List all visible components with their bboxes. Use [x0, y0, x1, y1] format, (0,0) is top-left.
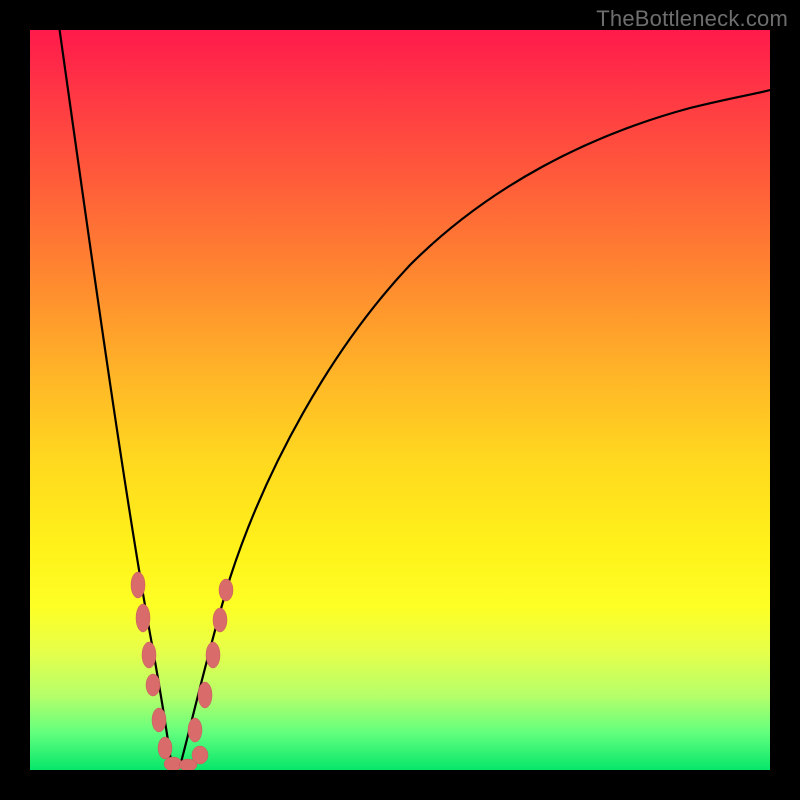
marker-dot: [188, 718, 202, 742]
marker-dot: [136, 604, 150, 632]
watermark-text: TheBottleneck.com: [596, 6, 788, 32]
marker-dot: [213, 608, 227, 632]
curve-group: [60, 30, 770, 770]
marker-dot: [146, 674, 160, 696]
marker-dot: [219, 579, 233, 601]
marker-dot: [198, 682, 212, 708]
marker-dot: [206, 642, 220, 668]
plot-area: [30, 30, 770, 770]
marker-group: [131, 572, 233, 770]
chart-frame: TheBottleneck.com: [0, 0, 800, 800]
marker-dot: [158, 737, 172, 759]
bottleneck-curve: [60, 30, 770, 770]
marker-dot: [192, 746, 208, 764]
marker-dot: [142, 642, 156, 668]
chart-svg: [30, 30, 770, 770]
marker-dot: [152, 708, 166, 732]
marker-dot: [131, 572, 145, 598]
